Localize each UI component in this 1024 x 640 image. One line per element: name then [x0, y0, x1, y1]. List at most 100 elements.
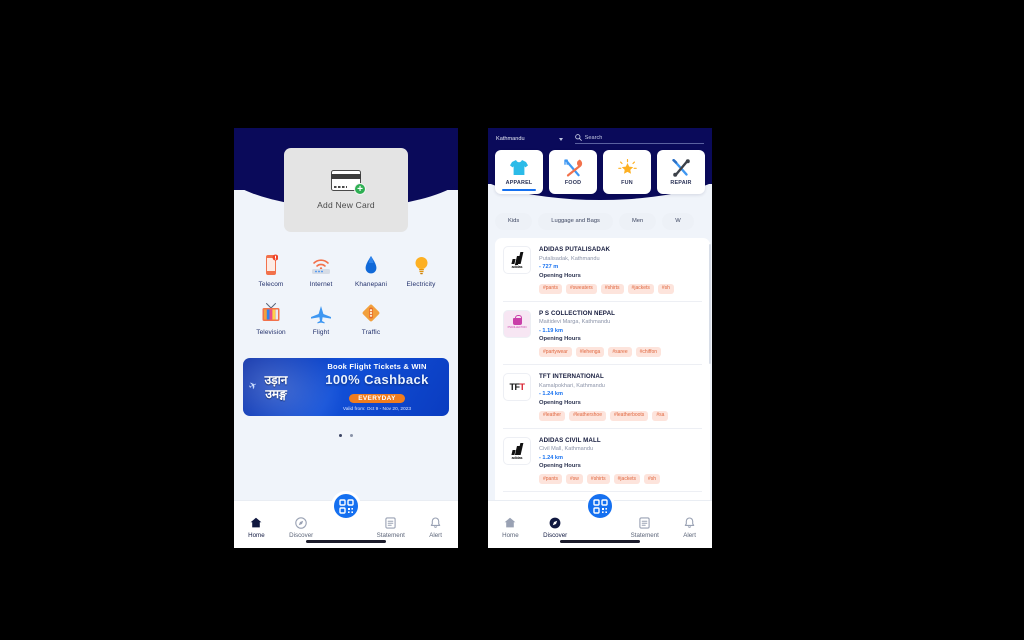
category-tab-fun[interactable]: FUN	[603, 150, 651, 194]
banner-offer: 100% Cashback	[325, 371, 429, 387]
screenshot-canvas: + Add New Card Telecom Internet Khanepan…	[0, 0, 1024, 640]
left-screen: + Add New Card Telecom Internet Khanepan…	[234, 128, 458, 548]
compass-icon	[549, 516, 561, 529]
merchant-tag[interactable]: #leather	[539, 410, 566, 421]
service-television[interactable]: Television	[246, 300, 296, 336]
merchant-tag[interactable]: #sa	[652, 410, 669, 421]
merchant-list-item[interactable]: TFT TFT INTERNATIONAL Kamalpokhari, Kath…	[503, 365, 702, 429]
tab-discover[interactable]: Discover	[279, 510, 324, 539]
merchant-distance: - 727 m	[539, 264, 559, 270]
service-label: Traffic	[361, 329, 381, 336]
service-flight[interactable]: Flight	[296, 300, 346, 336]
tshirt-icon	[509, 158, 529, 177]
merchant-tag[interactable]: #chiffon	[635, 347, 662, 357]
merchant-tag[interactable]: #jackets	[613, 474, 640, 484]
tab-alert[interactable]: Alert	[667, 510, 712, 539]
filter-chip[interactable]: W	[662, 212, 694, 230]
tab-label: Statement	[630, 532, 659, 539]
tab-alert[interactable]: Alert	[413, 510, 458, 539]
tab-statement[interactable]: Statement	[622, 510, 667, 539]
tft-logo: TFT	[503, 373, 531, 401]
merchant-tag[interactable]: #jackets	[627, 283, 654, 294]
right-screen: Kathmandu Search APPAREL FOOD FUN REPAIR…	[488, 128, 712, 548]
chevron-down-icon[interactable]	[558, 137, 563, 141]
category-tab-food[interactable]: FOOD	[549, 150, 597, 194]
tab-home[interactable]: Home	[488, 510, 533, 539]
fork-spoon-icon	[563, 158, 583, 177]
list-scrollbar[interactable]	[709, 244, 711, 364]
carousel-dots[interactable]	[234, 424, 458, 442]
banner-brand-line1: उड़ान	[264, 372, 288, 387]
merchant-list-item[interactable]: adidas ADIDAS CIVIL MALL Civil Mall, Kat…	[503, 429, 702, 492]
tab-label: Discover	[543, 532, 568, 539]
service-traffic[interactable]: Traffic	[346, 300, 396, 336]
qr-code-scan-icon[interactable]	[585, 491, 615, 521]
service-label: Television	[256, 329, 286, 336]
merchant-tag[interactable]: #leatherboots	[610, 410, 649, 421]
tab-home[interactable]: Home	[234, 510, 279, 539]
add-new-card-button[interactable]: + Add New Card	[284, 148, 408, 232]
merchant-tag[interactable]: #pants	[539, 474, 563, 484]
merchant-name: P S COLLECTION NEPAL	[539, 309, 616, 317]
home-icon	[504, 516, 516, 529]
merchant-tag[interactable]: #lehenga	[575, 347, 605, 357]
service-internet[interactable]: Internet	[296, 252, 346, 288]
merchant-tag[interactable]: #shirts	[586, 474, 610, 484]
search-input[interactable]: Search	[574, 134, 704, 144]
carousel-dot[interactable]	[349, 434, 353, 437]
merchant-opening-hours[interactable]: Opening Hours	[539, 463, 702, 469]
merchant-address: Civil Mall, Kathmandu	[539, 446, 594, 452]
service-khanepani[interactable]: Khanepani	[346, 252, 396, 288]
merchant-opening-hours[interactable]: Opening Hours	[539, 273, 702, 279]
carousel-dot-active[interactable]	[339, 434, 343, 437]
location-selector-label[interactable]: Kathmandu	[496, 136, 525, 142]
promo-banner-flight-cashback[interactable]: ✈ उड़ान उमङ्ग Book Flight Tickets & WIN …	[243, 358, 449, 416]
screwdriver-wrench-icon	[671, 158, 691, 177]
bell-icon	[430, 516, 441, 529]
banner-everyday-badge: EVERYDAY	[349, 393, 405, 403]
tab-discover[interactable]: Discover	[533, 510, 578, 539]
merchant-list-item[interactable]: PSCOLLECTION P S COLLECTION NEPAL Maitid…	[503, 302, 702, 365]
merchant-tag[interactable]: #saree	[608, 347, 632, 357]
merchant-list-item[interactable]: adidas ADIDAS PUTALISADAK Putalisadak, K…	[503, 238, 702, 302]
merchant-opening-hours[interactable]: Opening Hours	[539, 400, 702, 406]
merchant-tag[interactable]: #sh	[657, 283, 674, 294]
category-tab-apparel[interactable]: APPAREL	[495, 150, 543, 194]
merchant-tag[interactable]: #partywear	[539, 347, 572, 357]
filter-chip[interactable]: Luggage and Bags	[538, 212, 613, 230]
merchant-opening-hours[interactable]: Opening Hours	[539, 336, 702, 342]
tab-label: Alert	[429, 532, 442, 539]
category-label: FUN	[621, 180, 633, 186]
category-label: REPAIR	[670, 180, 692, 186]
filter-chip[interactable]: Men	[618, 212, 657, 230]
tab-label: Statement	[376, 532, 405, 539]
qr-code-scan-icon[interactable]	[331, 491, 361, 521]
merchant-tags: #pants #sw #shirts #jackets #sh	[539, 474, 702, 484]
compass-icon	[295, 516, 307, 529]
service-label: Khanepani	[355, 281, 387, 288]
merchant-tag[interactable]: #leathershoe	[569, 410, 606, 421]
category-label: FOOD	[564, 180, 582, 186]
filter-chip-row[interactable]: Kids Luggage and Bags Men W	[495, 211, 710, 231]
merchant-address: Kamalpokhari, Kathmandu	[539, 382, 605, 389]
merchant-tag[interactable]: #sh	[644, 474, 661, 484]
bell-icon	[684, 516, 695, 529]
merchant-address: Putalisadak, Kathmandu	[539, 255, 600, 262]
filter-chip[interactable]: Kids	[495, 212, 533, 230]
merchant-tag[interactable]: #sw	[566, 474, 583, 484]
merchant-tag[interactable]: #sweaters	[566, 283, 597, 294]
category-tab-repair[interactable]: REPAIR	[657, 150, 705, 194]
merchant-tag[interactable]: #pants	[539, 283, 563, 294]
merchant-tag[interactable]: #shirts	[600, 283, 624, 294]
service-telecom[interactable]: Telecom	[246, 252, 296, 288]
television-icon	[261, 300, 281, 324]
document-icon	[385, 516, 396, 529]
discover-topbar: Kathmandu Search	[488, 132, 712, 146]
service-electricity[interactable]: Electricity	[396, 252, 446, 288]
add-new-card-label: Add New Card	[317, 200, 375, 210]
merchant-distance: - 1.24 km	[539, 454, 563, 461]
banner-validity: Valid from: Oct 9 - Nov 20, 2023	[342, 407, 412, 413]
tab-statement[interactable]: Statement	[368, 510, 413, 539]
service-label: Internet	[309, 281, 333, 288]
tab-label: Home	[248, 532, 265, 539]
